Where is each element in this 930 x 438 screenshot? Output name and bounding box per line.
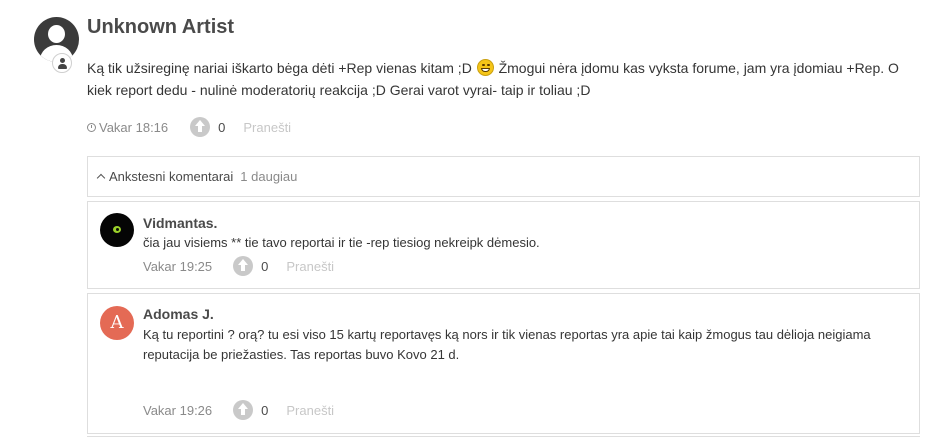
post-time[interactable]: Vakar 18:16 xyxy=(87,120,168,135)
comment-text: čia jau visiems ** tie tavo reportai ir … xyxy=(143,235,540,250)
comment-text: Ką tu reportini ? orą? tu esi viso 15 ka… xyxy=(143,327,871,362)
grin-emoji-icon xyxy=(476,59,494,76)
comment-item: A Adomas J. Ką tu reportini ? orą? tu es… xyxy=(87,293,920,434)
post-body-text-1: Ką tik užsireginę nariai iškarto bėga dė… xyxy=(87,60,472,76)
divider xyxy=(87,436,920,437)
commenter-avatar[interactable]: A xyxy=(100,306,134,340)
commenter-name[interactable]: Vidmantas. xyxy=(143,215,217,231)
comment-time[interactable]: Vakar 19:25 xyxy=(143,259,212,274)
commenter-name[interactable]: Adomas J. xyxy=(143,306,214,322)
post-time-text: Vakar 18:16 xyxy=(99,119,169,135)
upvote-button[interactable] xyxy=(233,400,254,420)
post-meta: Vakar 18:16 0 Pranešti xyxy=(87,117,291,137)
vote-count: 0 xyxy=(261,402,269,418)
earlier-comments-bar: Ankstesni komentarai 1 daugiau xyxy=(87,156,920,197)
report-link[interactable]: Pranešti xyxy=(286,259,334,274)
comment-meta: Vakar 19:26 0 Pranešti xyxy=(143,400,334,420)
commenter-avatar[interactable] xyxy=(100,213,134,247)
vote-count: 0 xyxy=(218,119,226,135)
more-comments-count: 1 daugiau xyxy=(240,169,298,184)
comment-meta: Vakar 19:25 0 Pranešti xyxy=(143,256,334,276)
upvote-button[interactable] xyxy=(190,117,211,137)
avatar-head-shape xyxy=(48,25,65,43)
report-link[interactable]: Pranešti xyxy=(243,120,291,135)
vote-count: 0 xyxy=(261,258,269,274)
report-link[interactable]: Pranešti xyxy=(286,403,334,418)
comment-item: Vidmantas. čia jau visiems ** tie tavo r… xyxy=(87,201,920,289)
comment-time[interactable]: Vakar 19:26 xyxy=(143,403,212,418)
post-body: Ką tik užsireginę nariai iškarto bėga dė… xyxy=(87,57,922,101)
post-author-name[interactable]: Unknown Artist xyxy=(87,16,234,39)
avatar-letter: A xyxy=(110,312,124,333)
chevron-up-icon xyxy=(96,173,106,183)
earlier-comments-toggle[interactable]: Ankstesni komentarai xyxy=(109,169,233,184)
user-role-icon xyxy=(52,53,72,73)
clock-icon xyxy=(87,122,96,132)
upvote-button[interactable] xyxy=(233,256,254,276)
